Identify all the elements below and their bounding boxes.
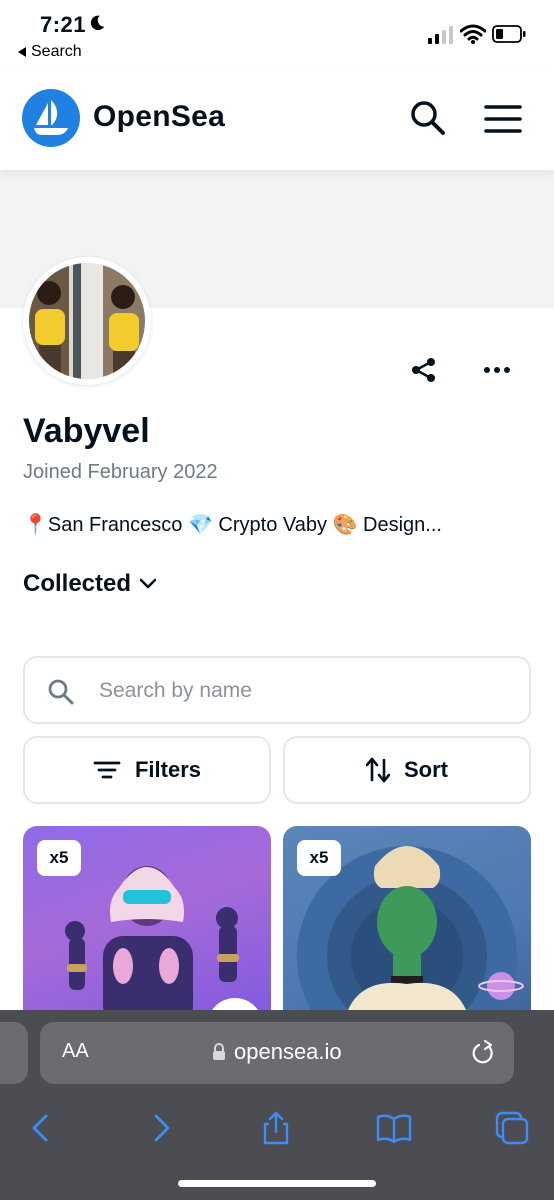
- back-icon[interactable]: [24, 1110, 60, 1146]
- filters-button[interactable]: Filters: [23, 736, 271, 804]
- status-bar: 7:21 Search: [0, 0, 554, 70]
- nft-card[interactable]: x5: [283, 826, 531, 1026]
- browser-toolbar: AA opensea.io: [0, 1010, 554, 1200]
- home-indicator: [178, 1180, 376, 1187]
- opensea-logo[interactable]: [22, 89, 80, 147]
- avatar-image: [29, 263, 145, 379]
- text-size-button[interactable]: AA: [62, 1040, 89, 1063]
- profile-name: Vabyvel: [23, 412, 150, 450]
- tabs-icon[interactable]: [494, 1110, 530, 1146]
- quantity-badge: x5: [37, 840, 81, 876]
- profile-bio[interactable]: 📍San Francesco 💎 Crypto Vaby 🎨 Design...: [23, 512, 442, 537]
- battery-icon: [492, 25, 526, 43]
- chevron-down-icon: [139, 578, 157, 589]
- quantity-badge: x5: [297, 840, 341, 876]
- collected-dropdown[interactable]: Collected: [23, 570, 157, 598]
- sort-arrows-icon: [366, 757, 390, 783]
- url-text: opensea.io: [234, 1039, 342, 1064]
- back-label: Search: [31, 43, 82, 60]
- search-icon: [48, 679, 74, 705]
- url-display[interactable]: opensea.io: [212, 1039, 342, 1065]
- forward-icon[interactable]: [142, 1110, 178, 1146]
- moon-icon: [90, 15, 105, 31]
- reload-icon[interactable]: [470, 1039, 496, 1067]
- profile-avatar[interactable]: [23, 257, 151, 385]
- address-bar[interactable]: AA opensea.io: [40, 1022, 514, 1084]
- site-header: OpenSea: [0, 70, 554, 170]
- filters-label: Filters: [134, 757, 202, 782]
- hamburger-menu-icon[interactable]: [484, 102, 522, 136]
- search-icon[interactable]: [408, 98, 448, 138]
- wifi-icon: [460, 24, 486, 44]
- previous-tab-preview[interactable]: [0, 1022, 28, 1084]
- collected-label: Collected: [23, 570, 132, 597]
- status-time: 7:21: [40, 12, 87, 37]
- share-icon[interactable]: [410, 356, 438, 384]
- bookmarks-icon[interactable]: [376, 1110, 412, 1146]
- sailboat-icon: [34, 100, 68, 135]
- brand-name[interactable]: OpenSea: [93, 100, 225, 134]
- cellular-signal-icon: [428, 26, 453, 44]
- lock-icon: [213, 1043, 225, 1060]
- joined-date: Joined February 2022: [23, 461, 218, 483]
- sort-label: Sort: [404, 757, 448, 782]
- share-icon[interactable]: [258, 1110, 294, 1146]
- nft-card[interactable]: x5: [23, 826, 271, 1026]
- back-arrow-icon: [18, 47, 26, 57]
- filter-lines-icon: [93, 761, 121, 779]
- search-input[interactable]: [99, 672, 509, 710]
- more-options-icon[interactable]: [482, 360, 512, 380]
- search-field[interactable]: [23, 656, 531, 724]
- sort-button[interactable]: Sort: [283, 736, 531, 804]
- back-to-search-link[interactable]: Search: [18, 43, 82, 61]
